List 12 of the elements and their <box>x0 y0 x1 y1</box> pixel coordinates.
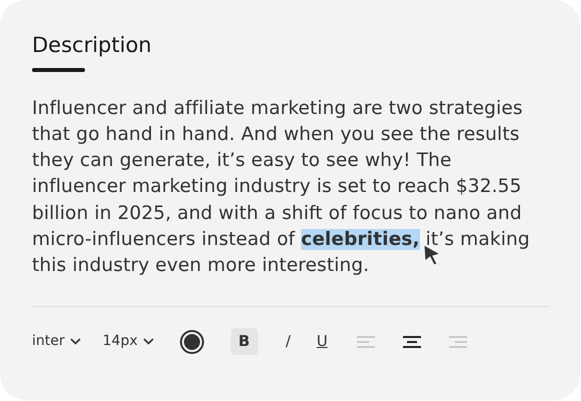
font-dropdown[interactable]: inter <box>32 331 81 352</box>
description-tab[interactable]: Description <box>32 30 152 66</box>
mouse-pointer-icon <box>422 244 442 266</box>
chevron-down-icon <box>70 338 81 346</box>
chevron-down-icon <box>142 338 154 346</box>
bold-button[interactable]: B <box>230 328 258 356</box>
text-color-picker[interactable] <box>180 330 204 354</box>
underline-button[interactable]: U <box>308 328 336 356</box>
font-size-dropdown[interactable]: 14px <box>102 331 154 352</box>
italic-button[interactable]: / <box>274 328 302 356</box>
description-paragraph: Influencer and affiliate marketing are two strategies that go hand in hand. And when you see the results they can generate, it’s easy to see why! The influencer marketing industry is set to reach $32.55 billion in 2025, and with a shift of focus to nano and micro-influencers instead of celebrities, it’s making this industry even more interesting. <box>32 96 531 278</box>
align-center-button[interactable] <box>402 334 423 350</box>
